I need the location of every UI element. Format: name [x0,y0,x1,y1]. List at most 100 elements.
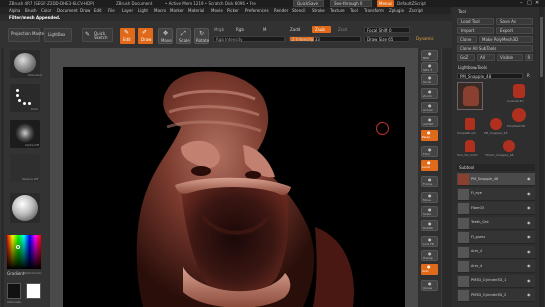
visibility-eye-icon[interactable]: ◉ [527,177,531,181]
menu-item-light[interactable]: Light [138,8,148,13]
shelf-zoom-button[interactable]: ● Zoom [421,88,438,99]
visibility-eye-icon[interactable]: ◉ [527,249,531,254]
menu-item-tool[interactable]: Tool [350,8,358,13]
lightbox-tools-button[interactable]: Lightbox▸Tools [458,66,487,70]
shelf-bpr-button[interactable]: ● BPR [421,50,438,61]
document-canvas[interactable] [63,67,405,307]
tool-panel-scrollbar[interactable] [539,7,544,307]
see-through-slider[interactable]: See-through 0 [330,0,372,7]
import-button[interactable]: Import [457,27,494,34]
current-tool-slider[interactable]: PM_Snapple_48 [457,73,523,79]
tool-thumb-tooth[interactable]: Tool_SS_tooth [457,140,483,160]
subtool-row[interactable]: Teeth_Grd ◉ [457,216,535,230]
zsub-button[interactable]: Zsub [312,26,331,33]
menu-item-marker[interactable]: Marker [170,8,184,13]
rgb-intensity-slider[interactable]: Rgb Intensity [213,36,285,42]
visibility-eye-icon[interactable]: ◉ [527,278,531,283]
shelf-scale-button[interactable]: ● Scale [421,206,438,217]
shelf-floor-button[interactable]: ● Floor [421,146,438,157]
menu-item-render[interactable]: Render [274,8,288,13]
menu-item-zscript[interactable]: Zscript [409,8,423,13]
subtool-header[interactable]: Subtool [457,164,535,171]
menu-item-color[interactable]: Color [41,8,51,13]
export-button[interactable]: Export [496,27,533,34]
goz-button[interactable]: GoZ [457,54,475,61]
alpha-thumbnail[interactable]: Alpha Off [10,120,40,148]
color-picker[interactable] [7,235,41,269]
shelf-spix-3-button[interactable]: ● SPix 3 [421,62,438,73]
zcut-button[interactable]: Zcut [338,28,347,32]
z-intensity-slider[interactable]: Z Intensity 33 [289,36,361,42]
maximize-icon[interactable]: □ [527,1,532,6]
load-tool-button[interactable]: Load Tool [457,18,494,25]
default-zscript-button[interactable]: DefaultZScript [397,1,426,6]
shelf-solo-button[interactable]: ● Solo [421,264,438,275]
scrollbar-thumb[interactable] [540,17,543,77]
menu-item-transform[interactable]: Transform [364,8,384,13]
subtool-row[interactable]: PM3D_Cylinder3D_1 ◉ [457,274,535,288]
canvas-area[interactable] [50,48,418,307]
visibility-eye-icon[interactable]: ◉ [527,293,531,297]
main-color-swatch[interactable] [7,283,21,299]
menu-item-stencil[interactable]: Stencil [292,8,306,13]
tool-thumb-cylinder[interactable]: Cylinder3D [507,83,531,105]
tool-thumb-simplebrush[interactable]: SimpleBrush [457,118,483,138]
m-button[interactable]: M [263,28,266,32]
tool-r-button[interactable]: R [527,74,530,78]
mrgb-button[interactable]: Mrgb [214,28,224,32]
tool-thumb-polymesh[interactable]: PolyMesh3D [507,108,531,130]
subtool-row[interactable]: Fi_eye ◉ [457,187,535,201]
stroke-thumbnail[interactable]: Dots [10,84,40,112]
visibility-eye-icon[interactable]: ◉ [527,235,531,239]
shelf-rotate-button[interactable]: ● Rotate [421,220,438,231]
tool-thumb-present[interactable]: TPrsnt_Snapple_48 [485,140,533,160]
dynamic-button[interactable]: Dynamic [416,37,434,41]
menu-item-picker[interactable]: Picker [227,8,239,13]
subtool-row[interactable]: PM3D_Cylinder3D_2 ◉ [457,289,535,302]
window-controls[interactable]: – □ ✕ [520,1,542,6]
subtool-row[interactable]: Arm_4 ◉ [457,245,535,259]
switch-color-button[interactable]: SwitchColor [24,272,42,275]
shelf-xpose-button[interactable]: ● Xpose [421,280,438,291]
move-button[interactable]: ✥ Move [158,28,173,44]
menu-item-alpha[interactable]: Alpha [9,8,20,13]
menu-item-movie[interactable]: Movie [211,8,223,13]
rgb-button[interactable]: Rgb [236,28,244,32]
visible-button[interactable]: Visible [497,54,523,61]
menu-item-macro[interactable]: Macro [154,8,166,13]
clone-button[interactable]: Clone [457,36,477,43]
menus-button[interactable]: Menus [377,0,394,7]
make-polymesh-button[interactable]: Make PolyMesh3D [479,36,533,43]
all-button[interactable]: All [477,54,495,61]
projection-master-button[interactable]: Projection Master [8,28,46,42]
subtool-row[interactable]: Fiber03 ◉ [457,202,535,215]
sculpt-model[interactable] [63,67,405,307]
draw-size-slider[interactable]: Draw Size 65 [364,36,410,42]
quick-save-button[interactable]: QuickSave [293,0,324,7]
menu-item-layer[interactable]: Layer [122,8,133,13]
menu-item-edit[interactable]: Edit [94,8,102,13]
alternate-button[interactable]: Alternate [7,301,21,304]
shelf-move-button[interactable]: ● Move [421,192,438,203]
shelf-local-button[interactable]: ● Local [421,160,438,171]
menu-item-texture[interactable]: Texture [330,8,345,13]
secondary-color-swatch[interactable] [26,283,41,299]
menu-item-draw[interactable]: Draw [80,8,90,13]
shelf-aahalf-button[interactable]: ● AAHalf [421,116,438,127]
rotate-button[interactable]: ↻ Rotate [194,28,209,44]
subtool-row[interactable]: Fi_gums ◉ [457,231,535,244]
zadd-button[interactable]: Zadd [290,28,300,32]
left-tray-handle[interactable] [1,48,4,307]
visibility-eye-icon[interactable]: ◉ [527,220,531,225]
right-tray-divider[interactable] [441,48,452,307]
menu-item-document[interactable]: Document [57,8,78,13]
gradient-toggle[interactable]: Gradient [7,272,24,276]
close-icon[interactable]: ✕ [535,1,539,6]
subtool-row[interactable]: PM_Snapple_48 ◉ [457,173,535,186]
clone-all-subtools-button[interactable]: Clone All SubTools [457,45,533,52]
shelf-line-fill-button[interactable]: ● Line Fill [421,236,438,247]
shelf-actual-button[interactable]: ● Actual [421,102,438,113]
subtool-row[interactable]: Arm_4 ◉ [457,260,535,273]
lightbox-button[interactable]: LightBox [44,28,72,42]
draw-button[interactable]: ✐ Draw [138,28,153,44]
